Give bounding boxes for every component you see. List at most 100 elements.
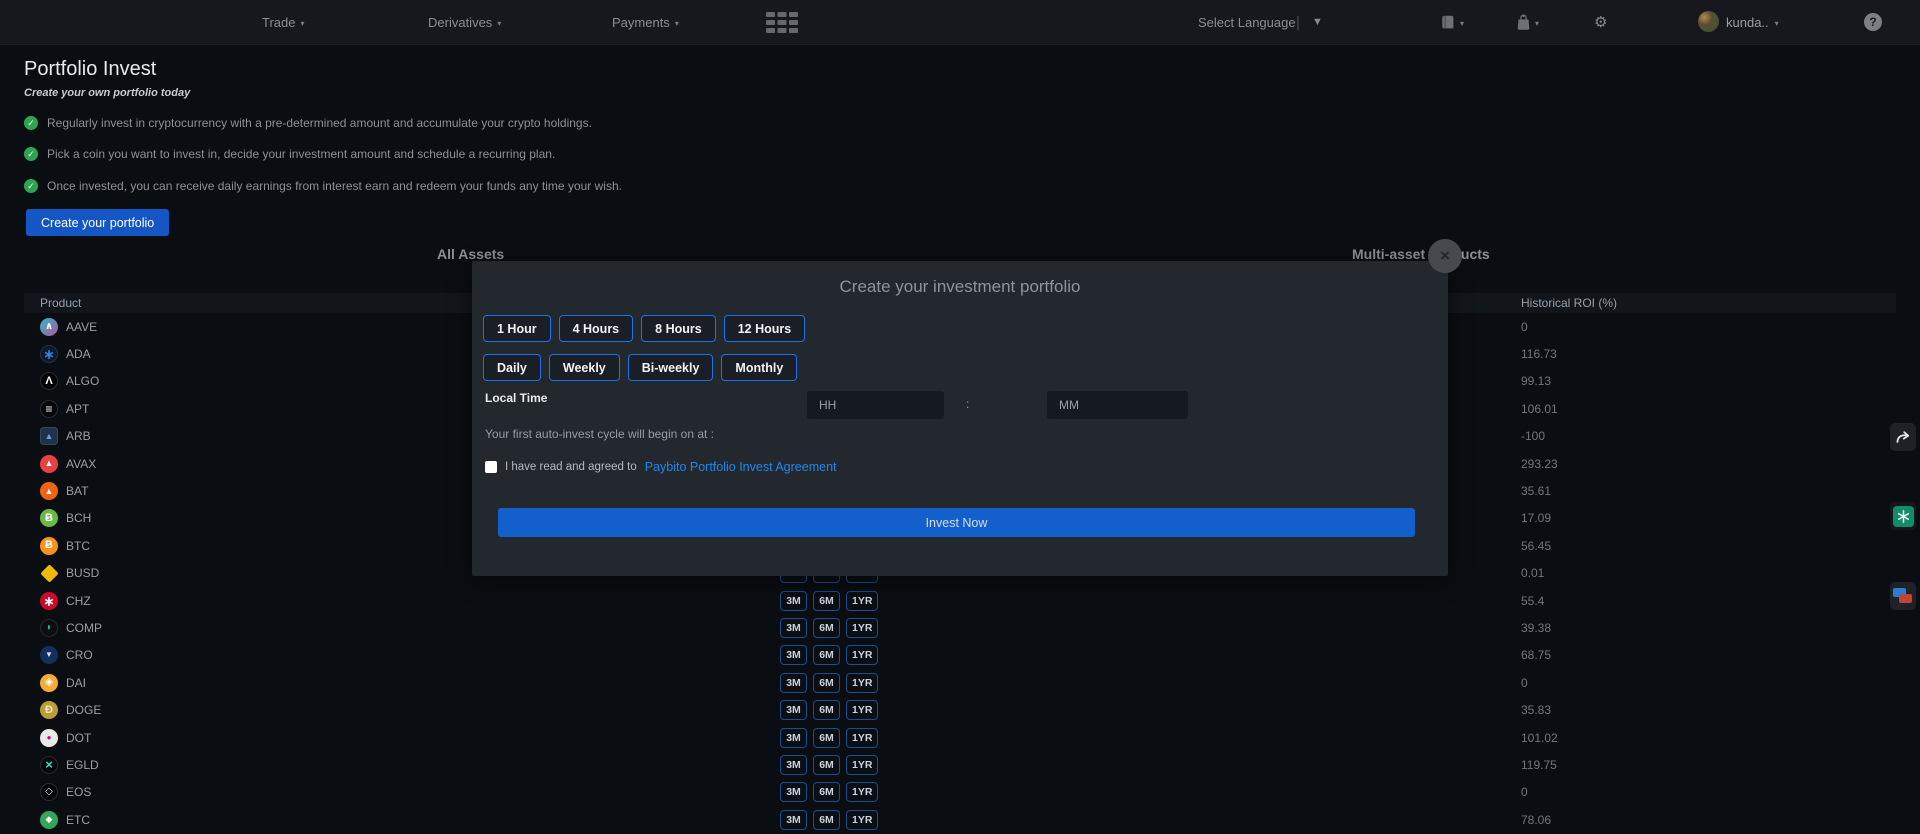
orders-menu[interactable]: ▾: [1440, 0, 1464, 44]
period-1yr-button[interactable]: 1YR: [846, 782, 878, 802]
coin-symbol: BCH: [66, 511, 91, 525]
page-subtitle: Create your own portfolio today: [24, 87, 190, 99]
aave-coin-icon: ∧: [40, 318, 58, 336]
period-3m-button[interactable]: 3M: [780, 700, 807, 720]
period-buttons: 3M 6M 1YR: [780, 645, 878, 665]
period-buttons: 3M 6M 1YR: [780, 618, 878, 638]
period-1yr-button[interactable]: 1YR: [846, 810, 878, 830]
create-portfolio-button[interactable]: Create your portfolio: [26, 209, 169, 236]
nav-item-trade[interactable]: Trade ▾: [262, 0, 305, 44]
page-title: Portfolio Invest: [24, 58, 156, 81]
period-3m-button[interactable]: 3M: [780, 645, 807, 665]
comp-coin-icon: ◗: [40, 619, 58, 637]
coin-symbol: DAI: [66, 676, 86, 690]
period-buttons: 3M 6M 1YR: [780, 591, 878, 611]
period-3m-button[interactable]: 3M: [780, 673, 807, 693]
coin-symbol: AVAX: [66, 457, 96, 471]
feature-bullet: ✓ Once invested, you can receive daily e…: [24, 179, 622, 193]
doge-coin-icon: Đ: [40, 701, 58, 719]
period-6m-button[interactable]: 6M: [813, 618, 840, 638]
frequency-monthly-button[interactable]: Monthly: [721, 354, 797, 381]
apps-grid-icon[interactable]: [766, 12, 798, 33]
period-1yr-button[interactable]: 1YR: [846, 618, 878, 638]
share-extension-button[interactable]: [1890, 423, 1916, 451]
chat-extension-button[interactable]: [1890, 582, 1916, 610]
table-row: ◈DAI3M6M1YR0: [24, 669, 1896, 696]
nav-item-derivatives[interactable]: Derivatives ▾: [428, 0, 501, 44]
feature-bullet: ✓ Regularly invest in cryptocurrency wit…: [24, 116, 592, 130]
user-menu[interactable]: kunda.. ▾: [1726, 0, 1779, 44]
period-3m-button[interactable]: 3M: [780, 782, 807, 802]
interval-8-hours-button[interactable]: 8 Hours: [641, 315, 716, 342]
roi-value: 0: [1521, 676, 1528, 690]
top-navbar: Trade ▾ Derivatives ▾ Payments ▾ Select …: [0, 0, 1920, 45]
roi-value: 0.01: [1521, 566, 1544, 580]
period-buttons: 3M 6M 1YR: [780, 728, 878, 748]
roi-value: 56.45: [1521, 539, 1551, 553]
busd-coin-icon: [40, 564, 58, 582]
coin-symbol: COMP: [66, 621, 102, 635]
time-separator: :: [966, 397, 969, 411]
interval-4-hours-button[interactable]: 4 Hours: [559, 315, 634, 342]
period-1yr-button[interactable]: 1YR: [846, 591, 878, 611]
period-6m-button[interactable]: 6M: [813, 591, 840, 611]
interval-12-hours-button[interactable]: 12 Hours: [724, 315, 806, 342]
username-label: kunda..: [1726, 15, 1769, 30]
period-3m-button[interactable]: 3M: [780, 591, 807, 611]
modal-close-button[interactable]: ×: [1428, 239, 1462, 273]
period-3m-button[interactable]: 3M: [780, 728, 807, 748]
period-6m-button[interactable]: 6M: [813, 810, 840, 830]
invest-now-button[interactable]: Invest Now: [498, 508, 1415, 537]
period-3m-button[interactable]: 3M: [780, 755, 807, 775]
nav-trade-label: Trade: [262, 15, 295, 30]
period-1yr-button[interactable]: 1YR: [846, 645, 878, 665]
hour-input[interactable]: [807, 391, 944, 419]
nav-item-payments[interactable]: Payments ▾: [612, 0, 679, 44]
btc-coin-icon: Ƀ: [40, 537, 58, 555]
language-dropdown-icon[interactable]: ▼: [1312, 0, 1323, 44]
tab-multi-asset-products[interactable]: Multi-asset Products: [1352, 246, 1490, 262]
chatgpt-extension-button[interactable]: [1890, 502, 1916, 530]
roi-value: 293.23: [1521, 457, 1558, 471]
period-6m-button[interactable]: 6M: [813, 645, 840, 665]
nav-payments-label: Payments: [612, 15, 670, 30]
minute-input[interactable]: [1047, 391, 1188, 419]
local-time-label: Local Time: [485, 391, 547, 405]
coin-symbol: DOGE: [66, 703, 101, 717]
frequency-weekly-button[interactable]: Weekly: [549, 354, 620, 381]
period-1yr-button[interactable]: 1YR: [846, 700, 878, 720]
period-6m-button[interactable]: 6M: [813, 673, 840, 693]
period-1yr-button[interactable]: 1YR: [846, 673, 878, 693]
roi-value: 99.13: [1521, 374, 1551, 388]
help-icon[interactable]: ?: [1864, 13, 1882, 31]
frequency-daily-button[interactable]: Daily: [483, 354, 541, 381]
agreement-link[interactable]: Paybito Portfolio Invest Agreement: [645, 460, 837, 474]
frequency-bi-weekly-button[interactable]: Bi-weekly: [628, 354, 714, 381]
language-selector[interactable]: Select Language: [1198, 0, 1296, 44]
bullet-text: Regularly invest in cryptocurrency with …: [47, 116, 592, 130]
coin-symbol: BUSD: [66, 566, 99, 580]
share-arrow-icon: [1895, 430, 1911, 444]
period-6m-button[interactable]: 6M: [813, 728, 840, 748]
user-avatar[interactable]: [1698, 11, 1719, 32]
coin-symbol: DOT: [66, 731, 91, 745]
roi-value: 39.38: [1521, 621, 1551, 635]
settings-gear-icon[interactable]: ⚙: [1594, 0, 1607, 44]
agreement-checkbox[interactable]: [485, 461, 497, 473]
table-row: ∗CHZ3M6M1YR55.4: [24, 587, 1896, 614]
period-3m-button[interactable]: 3M: [780, 810, 807, 830]
period-6m-button[interactable]: 6M: [813, 700, 840, 720]
interval-1-hour-button[interactable]: 1 Hour: [483, 315, 551, 342]
product-column-header: Product: [40, 296, 81, 310]
wallet-menu[interactable]: ▾: [1516, 0, 1539, 44]
period-buttons: 3M 6M 1YR: [780, 810, 878, 830]
period-3m-button[interactable]: 3M: [780, 618, 807, 638]
period-6m-button[interactable]: 6M: [813, 782, 840, 802]
book-icon: [1440, 14, 1456, 30]
coin-symbol: CHZ: [66, 594, 91, 608]
period-6m-button[interactable]: 6M: [813, 755, 840, 775]
roi-value: 78.06: [1521, 813, 1551, 827]
period-1yr-button[interactable]: 1YR: [846, 755, 878, 775]
tab-all-assets[interactable]: All Assets: [437, 246, 504, 262]
period-1yr-button[interactable]: 1YR: [846, 728, 878, 748]
